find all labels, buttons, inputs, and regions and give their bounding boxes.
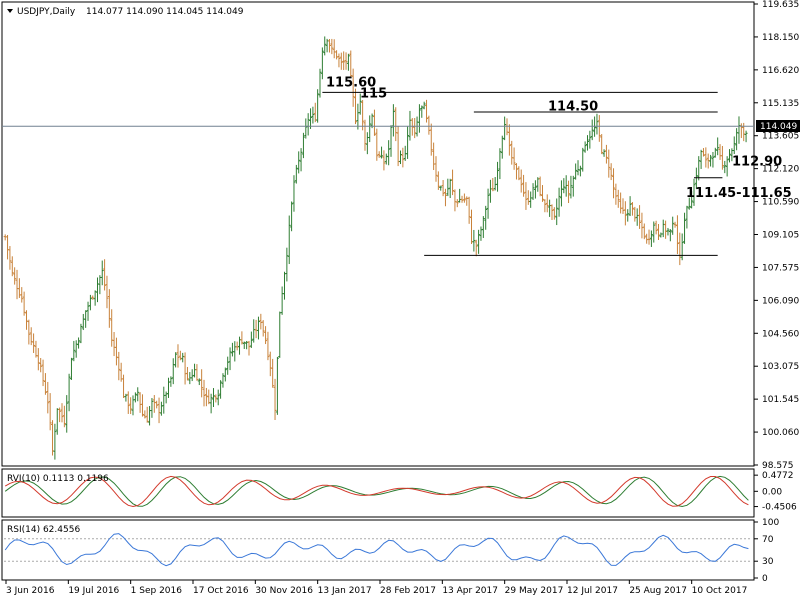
price-axis-label: 106.090 xyxy=(762,296,799,306)
price-axis-label: 118.150 xyxy=(762,33,799,43)
price-axis-label: 101.545 xyxy=(762,395,799,405)
annotation-label: 115 xyxy=(360,86,387,101)
ohlc-readout: 114.077 114.090 114.045 114.049 xyxy=(86,7,244,17)
time-axis-label: 28 Feb 2017 xyxy=(380,586,436,596)
rvi-label: RVI(10) 0.1113 0.1196 xyxy=(7,474,109,484)
annotation-label: 114.50 xyxy=(548,99,598,114)
rsi-label: RSI(14) 62.4556 xyxy=(7,525,80,535)
time-axis-label: 12 Jul 2017 xyxy=(567,586,618,596)
price-axis-label: 103.075 xyxy=(762,362,799,372)
time-axis-label: 13 Jan 2017 xyxy=(318,586,372,596)
price-axis-label: 104.560 xyxy=(762,329,799,339)
time-axis-label: 1 Sep 2016 xyxy=(131,586,183,596)
chart-root: 115.60 115 114.50 112.90 111.45-111.65 USDJP… xyxy=(0,0,800,600)
time-axis-label: 13 Apr 2017 xyxy=(442,586,498,596)
time-axis-label: 3 Jun 2016 xyxy=(6,586,55,596)
price-axis-label: 109.105 xyxy=(762,231,799,241)
chart-canvas: 115.60115114.50112.90111.45-111.65 USDJP… xyxy=(0,0,800,600)
symbol-label: USDJPY,Daily xyxy=(17,7,76,17)
rsi-axis-label: 100 xyxy=(762,518,779,528)
price-axis-label: 112.120 xyxy=(762,165,799,175)
time-axis-label: 19 Jul 2016 xyxy=(68,586,119,596)
rvi-axis-label: 0.00 xyxy=(762,487,782,497)
price-axis-label: 110.590 xyxy=(762,198,799,208)
price-axis-label: 116.620 xyxy=(762,66,799,76)
rvi-axis-label: 0.4772 xyxy=(762,471,794,481)
price-axis-label: 115.135 xyxy=(762,99,799,109)
price-axis-label: 107.575 xyxy=(762,263,799,273)
rvi-axis-label: -0.4506 xyxy=(762,503,797,513)
time-axis-label: 25 Aug 2017 xyxy=(629,586,687,596)
price-axis-label: 98.575 xyxy=(762,461,794,471)
time-axis-label: 30 Nov 2016 xyxy=(255,586,313,596)
time-axis-label: 17 Oct 2016 xyxy=(193,586,249,596)
time-axis-label: 29 May 2017 xyxy=(505,586,564,596)
price-axis-label: 119.635 xyxy=(762,0,799,10)
background xyxy=(0,0,800,600)
rsi-axis-label: 0 xyxy=(762,574,768,584)
price-axis-label: 100.060 xyxy=(762,428,799,438)
last-price-label: 114.049 xyxy=(760,122,797,132)
price-axis-label: 113.605 xyxy=(762,132,799,142)
rsi-axis-label: 30 xyxy=(762,557,774,567)
time-axis-label: 10 Oct 2017 xyxy=(692,586,748,596)
rsi-axis-label: 70 xyxy=(762,535,774,545)
